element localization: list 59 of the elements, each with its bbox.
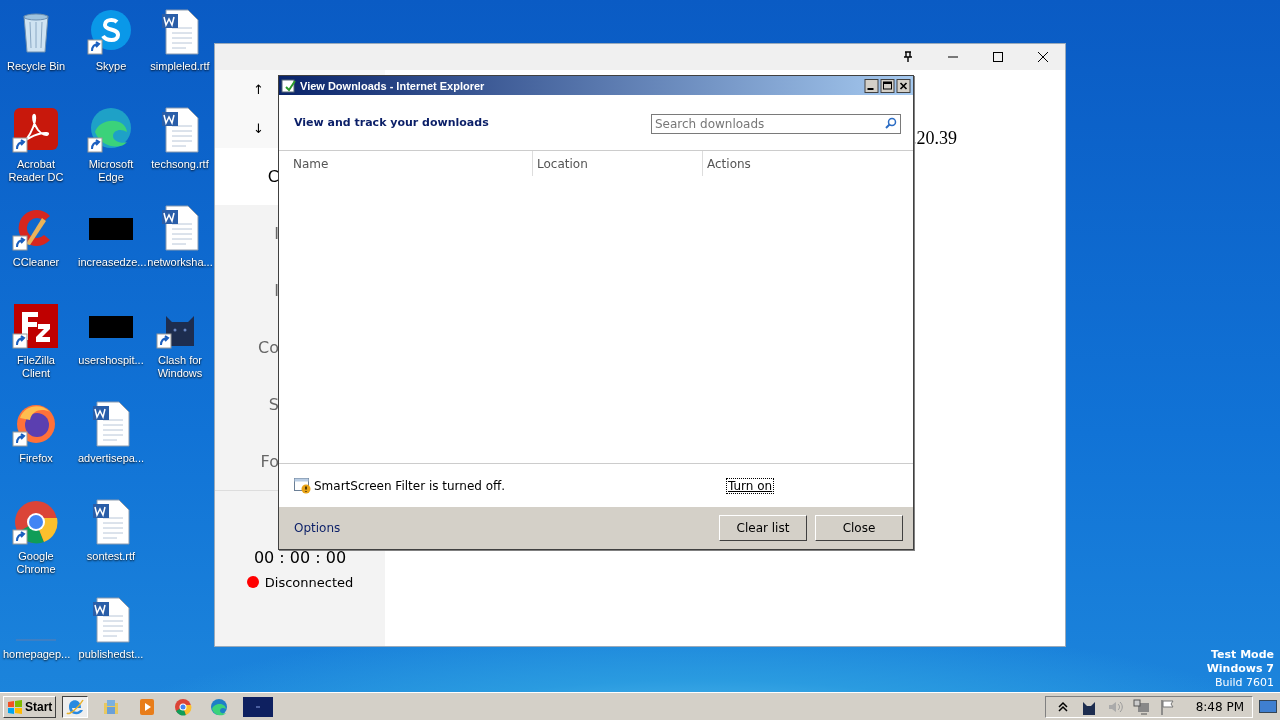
download-app-icon <box>281 77 297 94</box>
desktop-icon-label[interactable]: Clash for Windows <box>147 354 213 380</box>
desktop-icon-label[interactable]: homepagep... <box>3 648 69 661</box>
os-watermark-text: Windows 7 <box>1206 662 1274 676</box>
desktop-icon-label[interactable]: techsong.rtf <box>151 158 209 171</box>
status-text: Disconnected <box>264 574 354 590</box>
taskbar-app-button[interactable] <box>62 695 89 718</box>
app-icon[interactable] <box>12 498 60 546</box>
desktop-icon-label[interactable]: Firefox <box>19 452 53 465</box>
desktop-icon-label[interactable]: publishedst... <box>78 648 144 661</box>
version-text: .20.39 <box>912 128 957 148</box>
minimize-button[interactable] <box>864 78 879 93</box>
clock-text[interactable]: 8:48 PM <box>1195 699 1244 714</box>
move-down-button[interactable]: ↓ <box>253 121 263 136</box>
edge-icon <box>209 696 230 717</box>
column-header[interactable]: Name <box>279 151 533 176</box>
desktop-icon-label[interactable]: increasedze... <box>78 256 144 269</box>
column-header[interactable]: Location <box>533 151 703 176</box>
desktop-icon-label[interactable]: Microsoft Edge <box>78 158 144 184</box>
dialog-button[interactable]: Close <box>815 515 903 541</box>
chrome-icon <box>173 696 194 717</box>
desktop-icon-label[interactable]: Acrobat Reader DC <box>3 158 69 184</box>
desktop-icon-label[interactable]: usershospit... <box>78 354 144 367</box>
show-desktop-icon[interactable] <box>1259 699 1277 714</box>
dialog-heading: View and track your downloads <box>294 116 489 129</box>
smartscreen-message: SmartScreen Filter is turned off. <box>314 478 507 493</box>
search-field[interactable]: Search downloads <box>651 113 901 134</box>
desktop-icon-label[interactable]: networksha... <box>147 256 213 269</box>
desktop-icon-label[interactable]: sontest.rtf <box>86 550 136 563</box>
turn-on-link[interactable]: Turn on <box>727 478 774 493</box>
maximize-icon[interactable] <box>992 51 1004 63</box>
desktop-icon-label[interactable]: FileZilla Client <box>3 354 69 380</box>
warning-icon <box>294 477 312 494</box>
maximize-button[interactable] <box>880 78 895 93</box>
desktop-icon-label[interactable]: Skype <box>95 60 127 73</box>
window-thumbnail-icon <box>243 696 274 717</box>
start-button[interactable]: Start <box>3 695 57 718</box>
desktop-icon-label[interactable]: CCleaner <box>12 256 60 269</box>
pin-icon[interactable] <box>902 51 914 63</box>
desktop-icon-label[interactable]: Recycle Bin <box>6 60 66 73</box>
close-icon[interactable] <box>1037 51 1049 63</box>
close-button[interactable] <box>896 78 911 93</box>
options-link[interactable]: Options <box>294 521 341 535</box>
taskbar-window-button[interactable] <box>242 695 275 718</box>
desktop-icon-label[interactable]: simpleled.rtf <box>150 60 210 73</box>
desktop-icon-label[interactable]: Google Chrome <box>3 550 69 576</box>
app-icon[interactable] <box>12 106 60 154</box>
windows-logo-icon <box>7 698 23 715</box>
window-title: View Downloads - Internet Explorer <box>300 79 486 92</box>
os-watermark-text: Build 7601 <box>1214 676 1274 690</box>
column-header[interactable]: Actions <box>703 151 913 176</box>
os-watermark-text: Test Mode <box>1211 648 1274 662</box>
dialog-button[interactable]: Clear list <box>719 515 807 541</box>
search-icon[interactable] <box>885 116 897 129</box>
network-icon[interactable] <box>1131 697 1150 716</box>
move-up-button[interactable]: ↑ <box>253 82 263 97</box>
timer-text: 00 : 00 : 00 <box>253 547 347 567</box>
app-icon[interactable] <box>12 302 60 350</box>
desktop-icon-label[interactable]: advertisepa... <box>78 452 144 465</box>
